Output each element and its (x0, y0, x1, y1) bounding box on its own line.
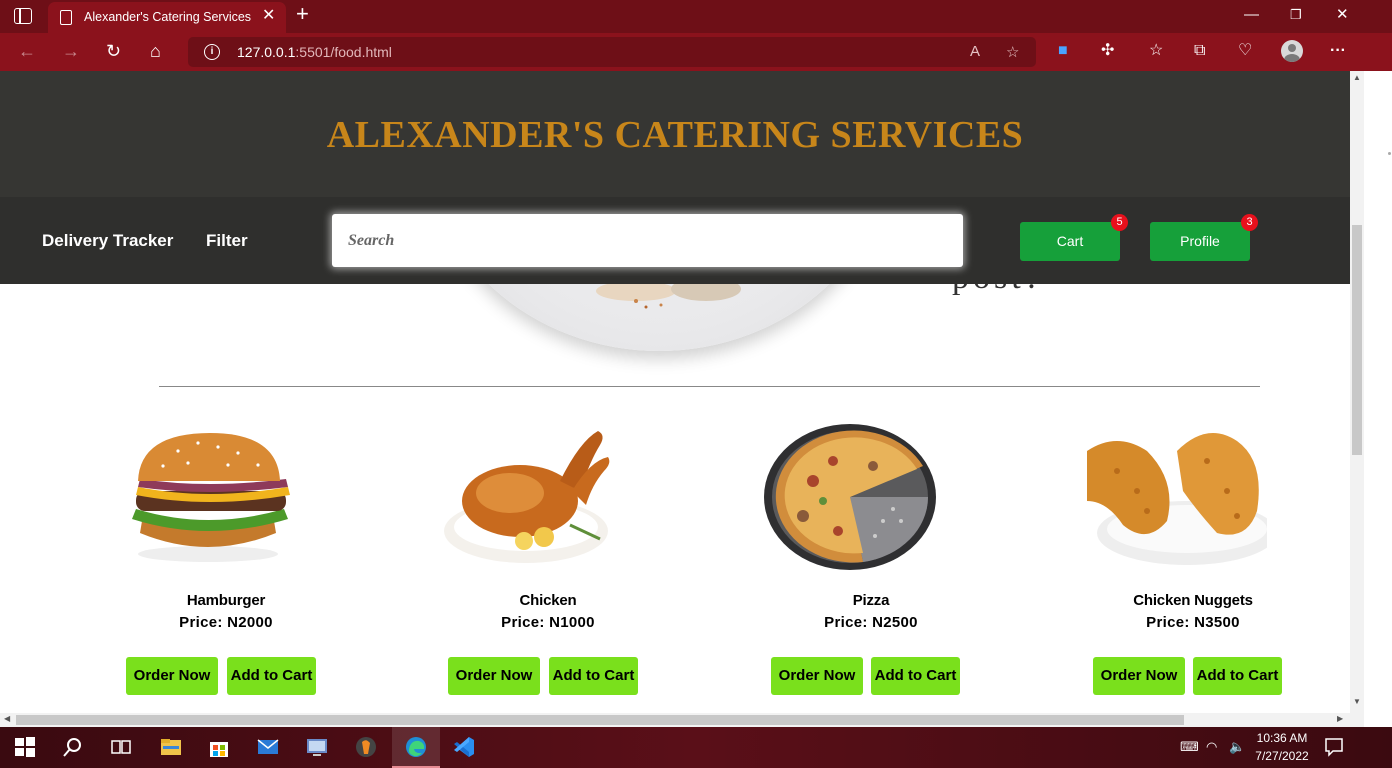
hamburger-image (132, 433, 290, 562)
scroll-left-icon[interactable]: ◀ (4, 714, 10, 723)
fl-studio-icon[interactable] (355, 736, 377, 758)
profile-button-label: Profile (1180, 233, 1220, 249)
product-name: Hamburger (186, 592, 266, 609)
side-dot-icon (1388, 152, 1391, 155)
wifi-icon[interactable]: ◠ (1206, 739, 1217, 755)
mail-icon[interactable] (257, 736, 279, 758)
url-path: :5501/food.html (295, 44, 392, 60)
keyboard-icon[interactable]: ⌨ (1180, 739, 1199, 755)
minimize-icon[interactable]: — (1244, 7, 1259, 23)
microsoft-store-icon[interactable] (208, 736, 230, 758)
scroll-up-icon[interactable]: ▲ (1352, 73, 1362, 82)
tab-actions-icon[interactable] (14, 8, 32, 24)
site-header: ALEXANDER'S CATERING SERVICES (0, 71, 1350, 197)
url-host: 127.0.0.1 (237, 44, 296, 60)
vertical-scroll-thumb[interactable] (1352, 225, 1362, 455)
tab-title: Alexander's Catering Services (84, 10, 252, 24)
order-now-button[interactable]: Order Now (771, 657, 863, 695)
product-card-chicken-nuggets: Chicken Nuggets Price: N3500 Order Now A… (1053, 416, 1333, 713)
search-box (332, 214, 963, 267)
back-icon[interactable]: ← (18, 41, 36, 61)
browser-essentials-icon[interactable]: ♡ (1238, 42, 1252, 60)
task-view-icon[interactable] (110, 736, 132, 758)
profile-avatar-icon[interactable] (1281, 40, 1303, 62)
more-options-icon[interactable]: ··· (1330, 42, 1346, 60)
page-icon (60, 10, 72, 25)
product-name: Chicken Nuggets (1133, 592, 1253, 609)
order-now-button[interactable]: Order Now (448, 657, 540, 695)
favorites-icon[interactable]: ☆ (1149, 42, 1163, 60)
notification-icon[interactable] (1323, 736, 1345, 758)
cart-button-label: Cart (1056, 233, 1084, 249)
screen: Alexander's Catering Services ✕ + — ❐ ✕ … (0, 0, 1392, 768)
restore-icon[interactable]: ❐ (1290, 7, 1302, 23)
clock-date[interactable]: 7/27/2022 (1252, 749, 1312, 763)
product-price: Price: N2500 (824, 614, 918, 631)
product-card-pizza: Pizza Price: N2500 Order Now Add to Cart (731, 416, 1011, 713)
add-to-cart-button[interactable]: Add to Cart (227, 657, 316, 695)
product-card-chicken: Chicken Price: N1000 Order Now Add to Ca… (408, 416, 688, 713)
product-card-hamburger: Hamburger Price: N2000 Order Now Add to … (86, 416, 366, 713)
search-input[interactable] (332, 214, 963, 267)
product-price: Price: N1000 (501, 614, 595, 631)
filter-link[interactable]: Filter (206, 231, 248, 251)
add-favorite-icon[interactable]: ☆ (1006, 43, 1019, 61)
vscode-icon[interactable] (453, 736, 475, 758)
order-now-button[interactable]: Order Now (126, 657, 218, 695)
add-to-cart-button[interactable]: Add to Cart (1193, 657, 1282, 695)
section-divider (159, 386, 1260, 387)
browser-tab[interactable]: Alexander's Catering Services ✕ (48, 2, 286, 33)
order-now-button[interactable]: Order Now (1093, 657, 1185, 695)
collections-icon[interactable]: ⧉ (1194, 42, 1205, 60)
browser-side-strip (1364, 71, 1392, 727)
roast-chicken-image (444, 431, 610, 563)
new-tab-button[interactable]: + (296, 3, 309, 25)
delivery-tracker-link[interactable]: Delivery Tracker (42, 231, 173, 251)
read-aloud-icon[interactable]: A (970, 43, 980, 60)
product-name: Pizza (852, 592, 890, 609)
close-tab-icon[interactable]: ✕ (262, 8, 275, 24)
product-price: Price: N2000 (179, 614, 273, 631)
scroll-right-icon[interactable]: ▶ (1337, 714, 1343, 723)
pizza-image (764, 424, 936, 570)
scroll-down-icon[interactable]: ▼ (1352, 697, 1362, 706)
home-icon[interactable]: ⌂ (150, 41, 161, 61)
browser-tab-bar: Alexander's Catering Services ✕ + — ❐ ✕ (0, 0, 1392, 33)
profile-button[interactable]: Profile 3 (1150, 214, 1258, 261)
product-price: Price: N3500 (1146, 614, 1240, 631)
scrollbar-corner (1350, 713, 1364, 727)
edge-browser-icon[interactable] (405, 736, 427, 758)
horizontal-scrollbar[interactable]: ◀ ▶ (0, 713, 1350, 727)
remote-desktop-icon[interactable] (306, 736, 328, 758)
address-bar[interactable]: i 127.0.0.1:5501/food.html A ☆ (188, 37, 1036, 67)
close-window-icon[interactable]: ✕ (1336, 7, 1349, 23)
site-title: ALEXANDER'S CATERING SERVICES (326, 114, 1024, 156)
product-name: Chicken (519, 592, 577, 609)
profile-count-badge: 3 (1241, 214, 1258, 231)
clock-time[interactable]: 10:36 AM (1252, 731, 1312, 745)
url-text: 127.0.0.1:5501/food.html (237, 44, 392, 60)
page-viewport: post? ALEXANDER'S CATERING SERVICES Deli… (0, 71, 1350, 713)
cart-count-badge: 5 (1111, 214, 1128, 231)
file-explorer-icon[interactable] (160, 736, 182, 758)
extension-icon[interactable]: ■ (1058, 42, 1068, 60)
cart-button[interactable]: Cart 5 (1020, 214, 1128, 261)
add-to-cart-button[interactable]: Add to Cart (871, 657, 960, 695)
vertical-scrollbar[interactable]: ▲ ▼ (1350, 71, 1364, 713)
horizontal-scroll-thumb[interactable] (16, 715, 1184, 725)
browser-toolbar: ← → ↻ ⌂ i 127.0.0.1:5501/food.html A ☆ ■… (0, 33, 1392, 71)
add-to-cart-button[interactable]: Add to Cart (549, 657, 638, 695)
site-navbar: Delivery Tracker Filter Cart 5 Profile 3 (0, 197, 1350, 284)
windows-taskbar: ⌨ ◠ 🔈 10:36 AM 7/27/2022 (0, 727, 1392, 768)
search-icon[interactable] (62, 736, 84, 758)
site-info-icon[interactable]: i (204, 44, 220, 60)
extensions-icon[interactable]: ✣ (1101, 42, 1114, 60)
fried-chicken-image (1087, 433, 1267, 565)
volume-icon[interactable]: 🔈 (1229, 739, 1245, 755)
refresh-icon[interactable]: ↻ (106, 41, 121, 61)
windows-start-icon[interactable] (14, 736, 36, 758)
forward-icon[interactable]: → (62, 41, 80, 61)
